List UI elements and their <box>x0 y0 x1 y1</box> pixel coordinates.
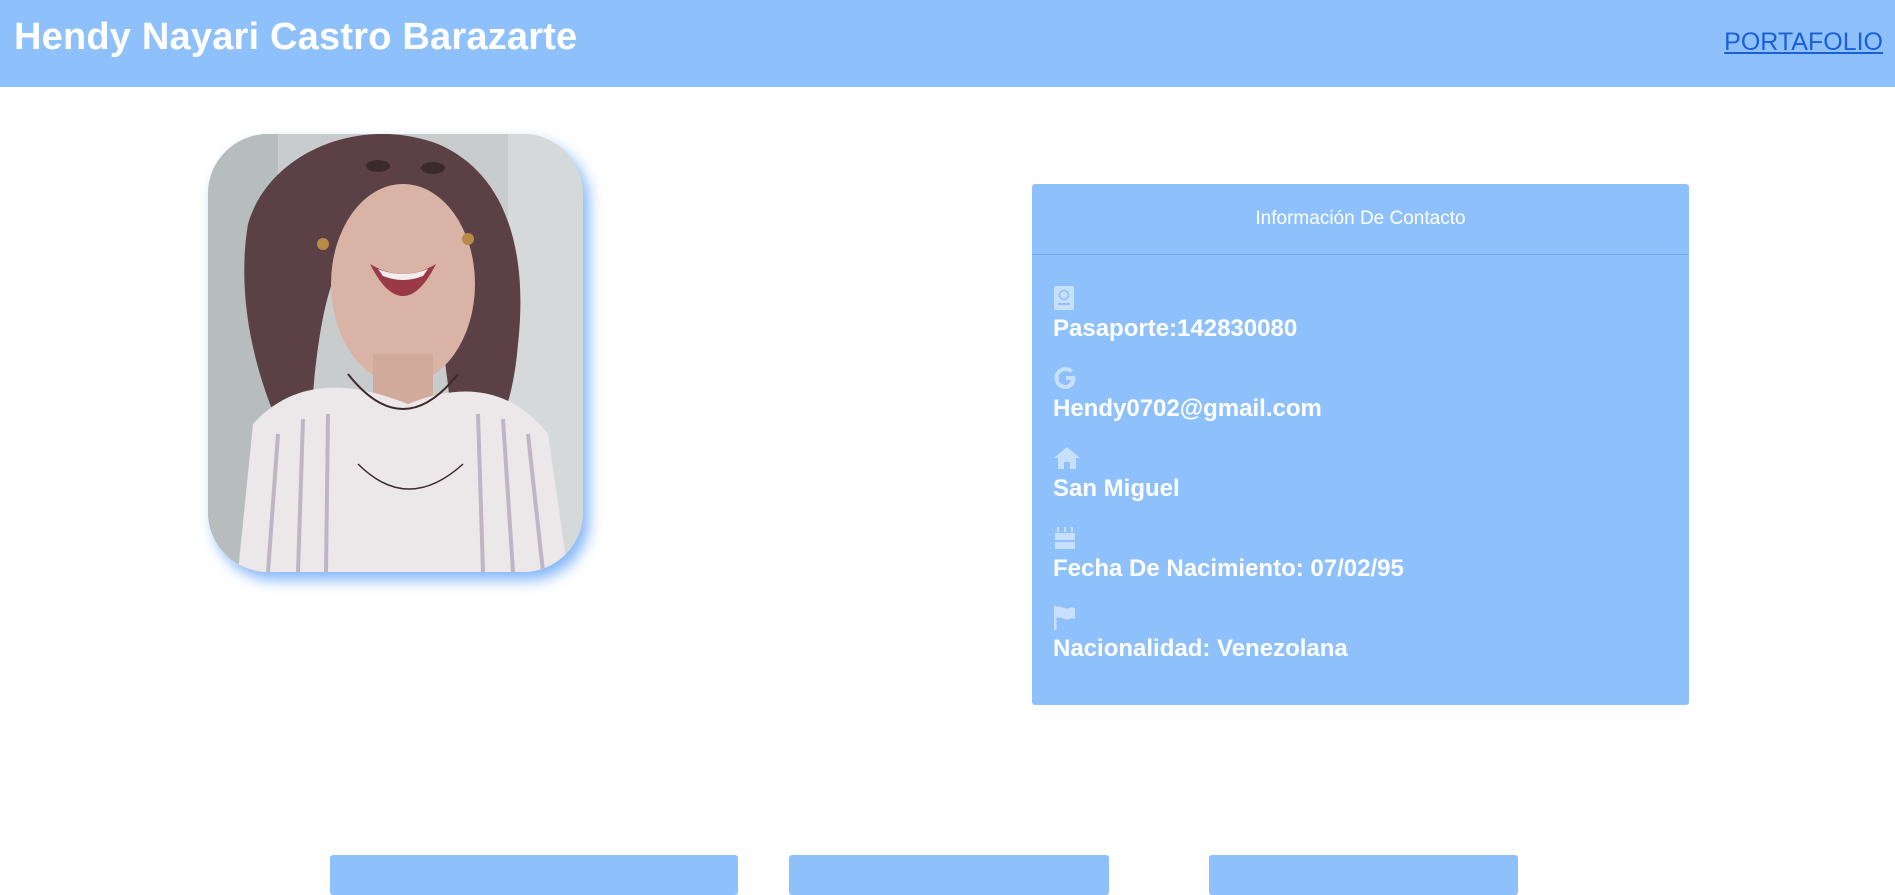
address-text: San Miguel <box>1053 475 1180 502</box>
section-card-1 <box>330 855 738 895</box>
top-navbar: Hendy Nayari Castro Barazarte PORTAFOLIO <box>0 0 1895 87</box>
contact-item-nationality: Nacionalidad: Venezolana <box>1053 605 1668 663</box>
contact-item-email: Hendy0702@gmail.com <box>1053 365 1668 423</box>
contact-card-header: Información De Contacto <box>1032 184 1689 255</box>
home-icon <box>1053 445 1083 471</box>
contact-item-passport: Pasaporte:142830080 <box>1053 285 1668 343</box>
nationality-text: Nacionalidad: Venezolana <box>1053 635 1348 662</box>
flag-icon <box>1053 605 1083 631</box>
section-card-3 <box>1209 855 1518 895</box>
site-title: Hendy Nayari Castro Barazarte <box>14 16 578 58</box>
birthday-cake-icon <box>1053 525 1083 551</box>
profile-photo <box>208 134 583 572</box>
google-icon <box>1053 365 1083 391</box>
portafolio-link[interactable]: PORTAFOLIO <box>1724 28 1883 57</box>
contact-item-birthdate: Fecha De Nacimiento: 07/02/95 <box>1053 525 1668 583</box>
section-card-2 <box>789 855 1109 895</box>
contact-info-card: Información De Contacto Pasaporte:142830… <box>1032 184 1689 705</box>
passport-text: Pasaporte:142830080 <box>1053 315 1298 342</box>
contact-card-title: Información De Contacto <box>1255 208 1466 229</box>
email-text: Hendy0702@gmail.com <box>1053 395 1322 422</box>
contact-item-address: San Miguel <box>1053 445 1668 503</box>
passport-icon <box>1053 285 1083 311</box>
contact-list: Pasaporte:142830080 Hendy0702@gmail.com … <box>1032 255 1689 663</box>
birthdate-text: Fecha De Nacimiento: 07/02/95 <box>1053 555 1404 582</box>
